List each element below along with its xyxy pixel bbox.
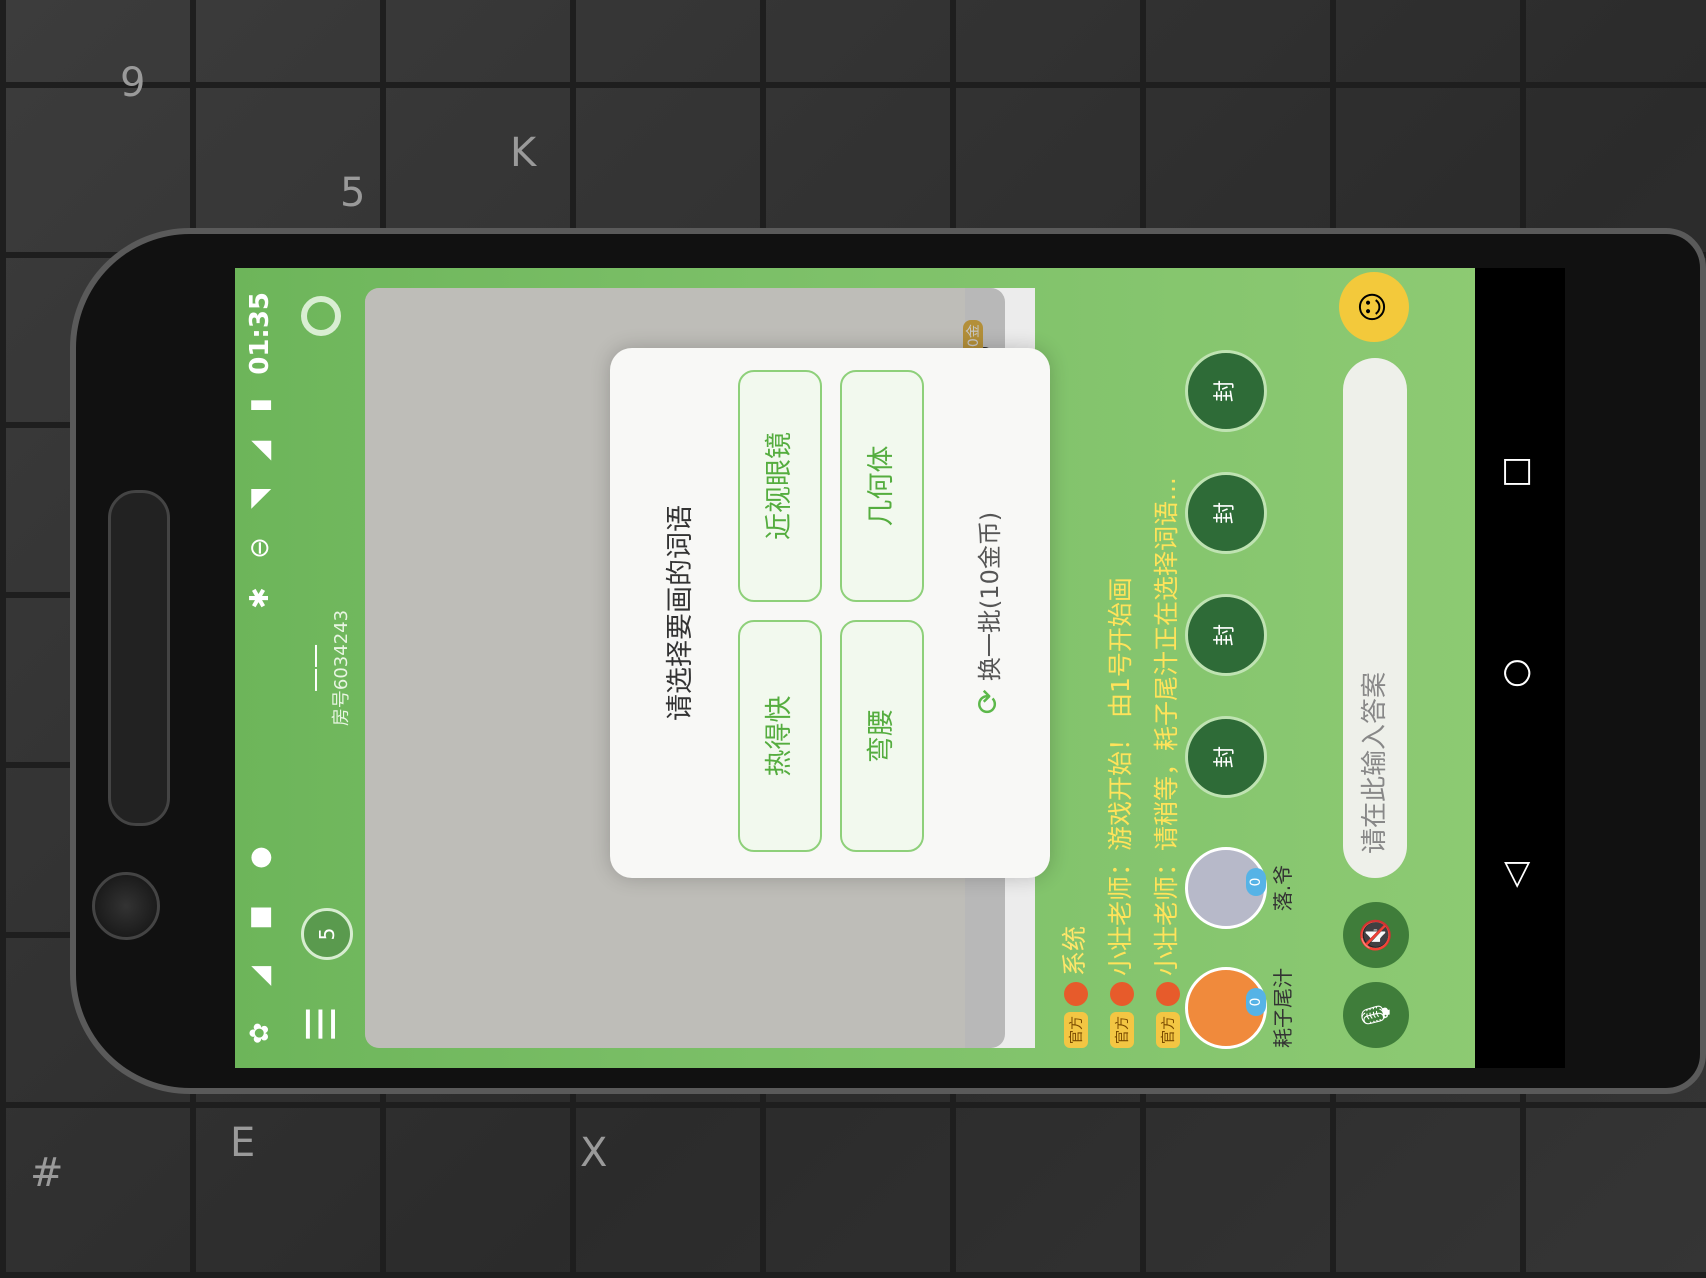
- chat-line: 官方 小壮老师：游戏开始！ 由1号开始画: [1101, 577, 1141, 1048]
- official-tag: 官方: [1064, 1012, 1088, 1048]
- refresh-icon: ⟳: [971, 689, 1006, 715]
- recent-apps-icon[interactable]: □: [1495, 456, 1535, 488]
- official-tag: 官方: [1110, 1012, 1134, 1048]
- seat-sealed[interactable]: 封: [1185, 594, 1267, 676]
- word-option-button[interactable]: 近视眼镜: [738, 370, 822, 602]
- menu-icon[interactable]: ☰: [299, 1006, 345, 1042]
- word-option-button[interactable]: 弯腰: [840, 620, 924, 852]
- word-option-button[interactable]: 热得快: [738, 620, 822, 852]
- room-header: ☰ 5 一一 房号6034243: [287, 268, 367, 1068]
- system-icons: ✱ ⊖ ◥ ◢ ▮: [245, 388, 275, 609]
- avatar: 0: [1185, 967, 1267, 1049]
- player-name: 耗子尾汁: [1271, 968, 1295, 1048]
- word-option-button[interactable]: 几何体: [840, 370, 924, 602]
- status-bar: ✿ ◢ ■ ● ✱ ⊖ ◥ ◢ ▮ 01:35: [235, 268, 287, 1068]
- official-tag: 官方: [1156, 1012, 1180, 1048]
- seat-sealed[interactable]: 封: [1185, 716, 1267, 798]
- chat-line: 官方 小壮老师：请稍等，耗子尾汁正在选择词语...: [1147, 477, 1187, 1048]
- player-score: 0: [1246, 868, 1266, 896]
- notification-icons: ✿ ◢ ■ ●: [245, 832, 275, 1044]
- room-number: 房号6034243: [331, 609, 352, 727]
- key-label: #: [30, 1150, 64, 1196]
- phone-speaker: [108, 490, 170, 826]
- android-nav-bar: ◁ ○ □: [1475, 268, 1565, 1068]
- speaker-mute-icon[interactable]: 🔇: [1343, 902, 1409, 968]
- word-select-dialog: 请选择要画的词语 热得快 近视眼镜 弯腰 几何体 ⟳ 换一批(10金币): [610, 348, 1050, 878]
- screen-wrap: ✿ ◢ ■ ● ✱ ⊖ ◥ ◢ ▮ 01:35 ☰ 5 一一 房号6034243…: [235, 268, 1565, 1068]
- key-label: X: [580, 1130, 608, 1176]
- player-score: 0: [1246, 988, 1266, 1016]
- gear-icon[interactable]: [301, 296, 341, 336]
- back-icon[interactable]: ◁: [1495, 862, 1535, 888]
- emoji-icon[interactable]: ☺: [1339, 272, 1409, 342]
- seat-sealed[interactable]: 封: [1185, 350, 1267, 432]
- player-seat[interactable]: 0 落.爷: [1185, 838, 1296, 938]
- player-seats: 0 耗子尾汁 0 落.爷 封 封 封 封: [1185, 268, 1315, 1068]
- answer-input[interactable]: 请在此输入答案: [1343, 358, 1407, 878]
- dialog-title: 请选择要画的词语: [665, 505, 696, 721]
- answer-bar: 🎙 🔇 请在此输入答案 ☺: [1335, 268, 1425, 1068]
- avatar: [1156, 982, 1180, 1006]
- clock: 01:35: [245, 292, 275, 375]
- phone-camera: [92, 872, 160, 940]
- key-label: K: [510, 130, 537, 176]
- chat-text: 小壮老师：游戏开始！ 由1号开始画: [1106, 577, 1135, 976]
- mic-off-icon[interactable]: 🎙: [1343, 982, 1409, 1048]
- avatar: [1110, 982, 1134, 1006]
- avatar: 0: [1185, 847, 1267, 929]
- refresh-label: 换一批(10金币): [976, 511, 1004, 682]
- chat-line: 官方系统: [1055, 926, 1095, 1048]
- key-label: 9: [120, 60, 146, 106]
- refresh-words-button[interactable]: ⟳ 换一批(10金币): [970, 348, 1006, 878]
- round-timer: 5: [301, 908, 353, 960]
- chat-text: 小壮老师：请稍等，耗子尾汁正在选择词语...: [1152, 477, 1181, 976]
- app-screen: ✿ ◢ ■ ● ✱ ⊖ ◥ ◢ ▮ 01:35 ☰ 5 一一 房号6034243…: [235, 268, 1565, 1068]
- chat-text: 系统: [1060, 925, 1089, 976]
- seat-sealed[interactable]: 封: [1185, 472, 1267, 554]
- player-seat[interactable]: 0 耗子尾汁: [1185, 958, 1296, 1058]
- key-label: 5: [340, 170, 366, 216]
- home-icon[interactable]: ○: [1495, 658, 1535, 688]
- avatar: [1064, 982, 1088, 1006]
- key-label: E: [230, 1120, 256, 1166]
- player-name: 落.爷: [1271, 864, 1295, 912]
